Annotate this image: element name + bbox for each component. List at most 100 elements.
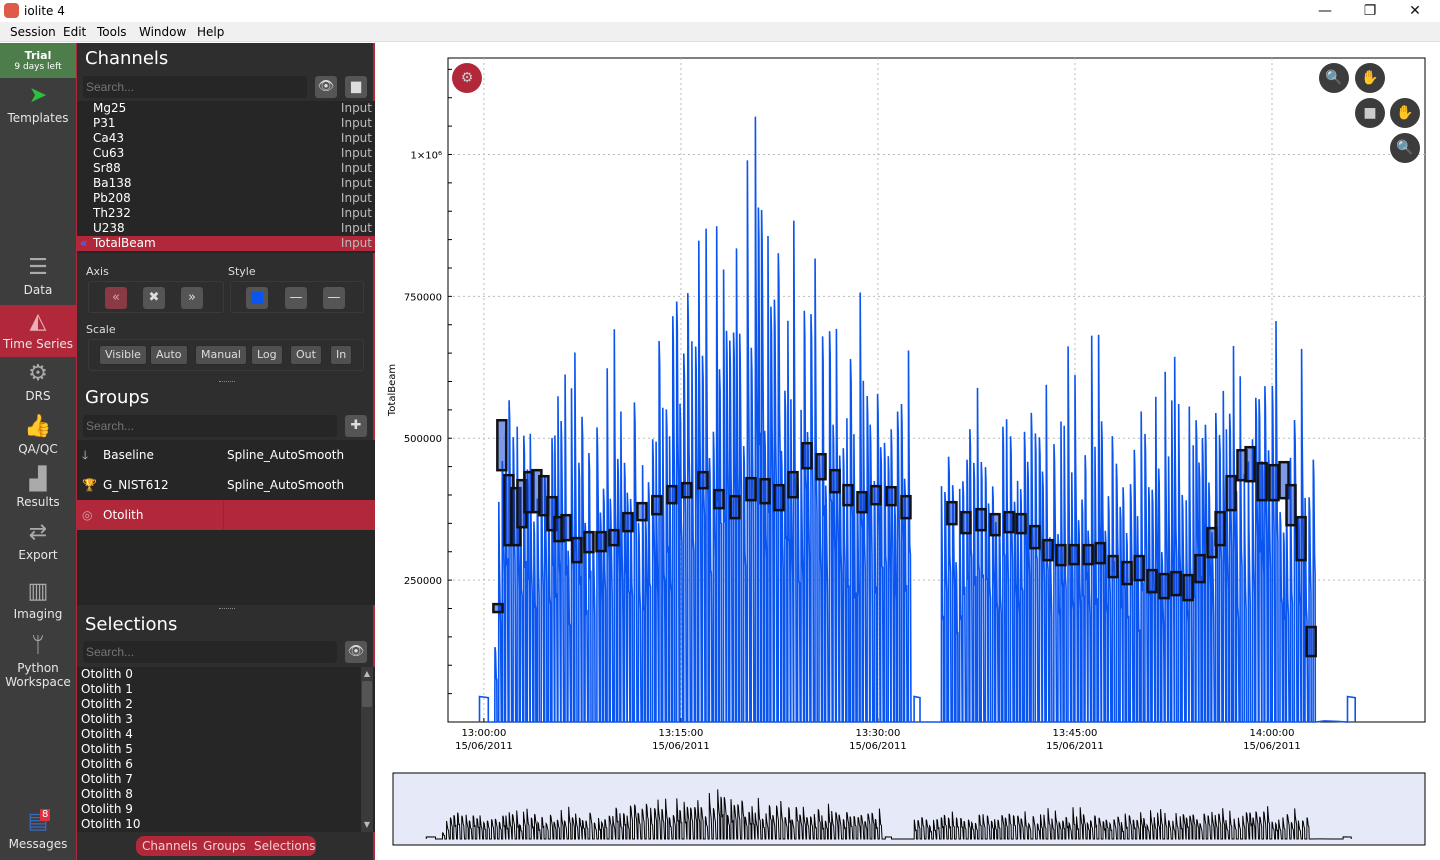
x-tick-label: 13:15:00 xyxy=(658,728,703,739)
channel-row[interactable]: Pb208 Input xyxy=(77,191,375,206)
channel-type: Input xyxy=(340,206,372,220)
folder-icon[interactable]: ▆ xyxy=(345,76,367,98)
selection-row[interactable]: Otolith 9 xyxy=(77,802,375,817)
minimize-button[interactable]: — xyxy=(1302,0,1348,22)
group-row[interactable]: 🏆 G_NIST612 Spline_AutoSmooth xyxy=(77,470,375,500)
scale-out-button[interactable]: Out xyxy=(290,345,322,365)
selection-row[interactable]: Otolith 0 xyxy=(77,667,375,682)
selection-name: Otolith 7 xyxy=(81,772,133,786)
nav-drs[interactable]: ⚙ DRS xyxy=(0,361,76,403)
group-row-selected[interactable]: ◎ Otolith xyxy=(77,500,375,530)
channels-search-input[interactable] xyxy=(83,76,307,98)
selection-mean-box xyxy=(697,470,709,490)
line-style-dropdown[interactable]: — xyxy=(285,287,307,309)
branch-icon: ᛘ xyxy=(31,633,45,658)
selection-row[interactable]: Otolith 7 xyxy=(77,772,375,787)
tab-selections[interactable]: Selections xyxy=(254,836,316,856)
nav-imaging[interactable]: ▥ Imaging xyxy=(0,579,76,621)
autoscale-square-icon[interactable]: ■ xyxy=(1355,98,1385,128)
tab-groups[interactable]: Groups xyxy=(203,836,246,856)
menu-help[interactable]: Help xyxy=(197,25,224,39)
scrollbar-thumb[interactable] xyxy=(362,681,372,707)
add-group-button[interactable]: ✚ xyxy=(345,415,367,437)
axis-remove-button[interactable]: ✖ xyxy=(143,287,165,309)
group-row[interactable]: 🡓 Baseline Spline_AutoSmooth xyxy=(77,440,375,470)
restore-button[interactable]: ❐ xyxy=(1347,0,1393,22)
menu-tools[interactable]: Tools xyxy=(97,25,127,39)
line-width-dropdown[interactable]: — xyxy=(323,287,345,309)
channel-type: Input xyxy=(340,176,372,190)
selection-row[interactable]: Otolith 6 xyxy=(77,757,375,772)
zoom-x-search-icon[interactable]: 🔍 xyxy=(1319,63,1349,93)
nav-label: Python Workspace xyxy=(5,661,71,689)
title-bar: iolite 4 — ❐ ✕ xyxy=(0,0,1440,22)
selections-scrollbar[interactable]: ▲ ▼ xyxy=(361,667,373,832)
y-tick-label: 250000 xyxy=(404,576,442,587)
zoom-y-search-icon[interactable]: 🔍 xyxy=(1390,133,1420,163)
channel-row[interactable]: Th232 Input xyxy=(77,206,375,221)
channel-row[interactable]: Ba138 Input xyxy=(77,176,375,191)
chart-area: 250000 500000 750000 1×10⁶ 13:00:00 15/06/201… xyxy=(378,43,1440,860)
nav-data[interactable]: ☰ Data xyxy=(0,255,76,297)
axis-right-button[interactable]: » xyxy=(181,287,203,309)
axis-left-button[interactable]: « xyxy=(105,287,127,309)
channel-row[interactable]: Ca43 Input xyxy=(77,131,375,146)
app-logo-icon xyxy=(4,3,19,18)
channel-row[interactable]: U238 Input xyxy=(77,221,375,236)
nav-time-series[interactable]: ◭ Time Series xyxy=(0,305,76,357)
scale-auto-button[interactable]: Auto xyxy=(150,345,188,365)
x-tick-label: 13:30:00 xyxy=(855,728,900,739)
pan-x-hand-icon[interactable]: ✋ xyxy=(1355,63,1385,93)
channel-row[interactable]: « TotalBeam Input xyxy=(77,236,375,251)
splitter-handle[interactable] xyxy=(219,381,235,383)
chart-settings-gear-icon[interactable]: ⚙ xyxy=(452,63,482,93)
selection-row[interactable]: Otolith 5 xyxy=(77,742,375,757)
scroll-down-icon[interactable]: ▼ xyxy=(362,820,372,830)
nav-export[interactable]: ⇄ Export xyxy=(0,520,76,562)
menu-edit[interactable]: Edit xyxy=(63,25,86,39)
pan-y-hand-icon[interactable]: ✋ xyxy=(1390,98,1420,128)
selection-name: Otolith 3 xyxy=(81,712,133,726)
selection-row[interactable]: Otolith 1 xyxy=(77,682,375,697)
splitter-handle[interactable] xyxy=(219,608,235,610)
nav-python-workspace[interactable]: ᛘ Python Workspace xyxy=(0,633,76,689)
selections-search-input[interactable] xyxy=(83,641,337,663)
scale-in-button[interactable]: In xyxy=(330,345,353,365)
selection-row[interactable]: Otolith 8 xyxy=(77,787,375,802)
channel-name: Mg25 xyxy=(93,101,127,115)
selection-name: Otolith 2 xyxy=(81,697,133,711)
selection-mean-box xyxy=(900,494,912,520)
channel-name: Ba138 xyxy=(93,176,132,190)
nav-messages[interactable]: ▤ 8 Messages xyxy=(0,809,76,851)
menu-window[interactable]: Window xyxy=(139,25,186,39)
scale-visible-button[interactable]: Visible xyxy=(99,345,147,365)
selection-row[interactable]: Otolith 10 xyxy=(77,817,375,832)
selections-visibility-eye-icon[interactable]: 👁 xyxy=(345,641,367,663)
channel-row[interactable]: Cu63 Input xyxy=(77,146,375,161)
selection-mean-box xyxy=(1107,554,1119,579)
selection-row[interactable]: Otolith 4 xyxy=(77,727,375,742)
nav-templates[interactable]: ➤ Templates xyxy=(0,83,76,125)
close-button[interactable]: ✕ xyxy=(1392,0,1438,22)
visibility-eye-icon[interactable]: 👁 xyxy=(315,76,337,98)
scale-manual-button[interactable]: Manual xyxy=(195,345,247,365)
channel-row[interactable]: Sr88 Input xyxy=(77,161,375,176)
channel-row[interactable]: P31 Input xyxy=(77,116,375,131)
selection-row[interactable]: Otolith 2 xyxy=(77,697,375,712)
group-spline: Spline_AutoSmooth xyxy=(227,448,345,462)
color-swatch xyxy=(251,291,263,304)
selection-row[interactable]: Otolith 3 xyxy=(77,712,375,727)
selection-mean-box xyxy=(975,507,987,532)
channel-row[interactable]: Mg25 Input xyxy=(77,101,375,116)
group-name: G_NIST612 xyxy=(103,478,169,492)
time-series-chart[interactable]: 250000 500000 750000 1×10⁶ 13:00:00 15/06/201… xyxy=(378,43,1440,860)
groups-search-input[interactable] xyxy=(83,415,337,437)
tab-channels[interactable]: Channels xyxy=(142,836,198,856)
menu-session[interactable]: Session xyxy=(10,25,56,39)
color-picker-button[interactable] xyxy=(246,287,268,309)
nav-qaqc[interactable]: 👍 QA/QC xyxy=(0,414,76,456)
trial-badge[interactable]: Trial 9 days left xyxy=(0,43,76,78)
nav-results[interactable]: ▟ Results xyxy=(0,467,76,509)
scroll-up-icon[interactable]: ▲ xyxy=(362,669,372,679)
scale-log-button[interactable]: Log xyxy=(251,345,283,365)
